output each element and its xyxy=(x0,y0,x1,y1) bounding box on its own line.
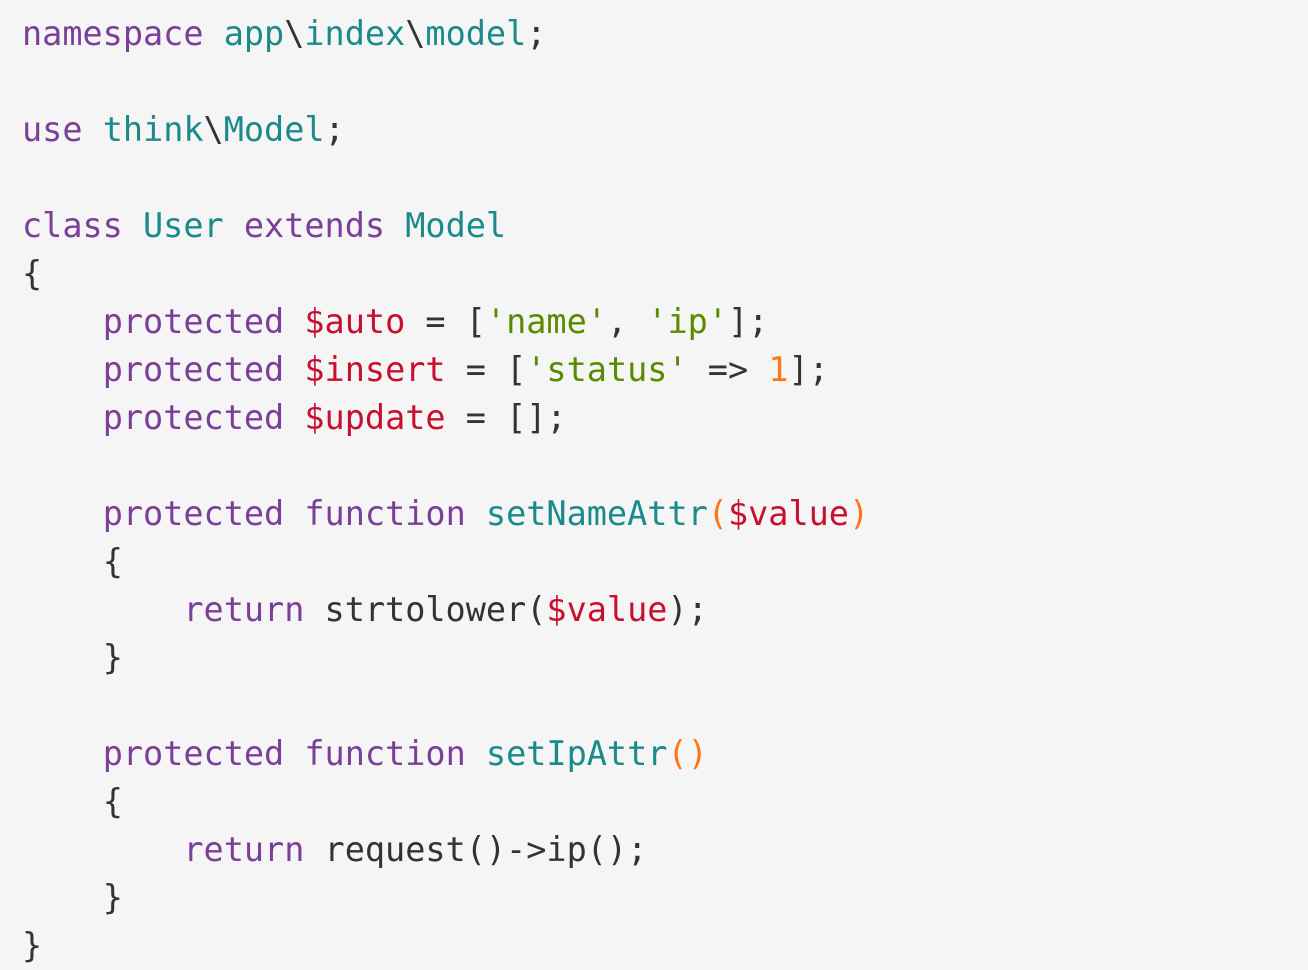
token-keyword: namespace xyxy=(22,14,204,53)
token-punctuation: = [ xyxy=(445,350,527,389)
token-identifier: app xyxy=(223,14,285,53)
code-line: { xyxy=(22,250,1308,298)
token-identifier: index xyxy=(304,14,406,53)
token-variable: $value xyxy=(546,590,668,629)
token-keyword: use xyxy=(22,110,83,149)
token-punctuation: } xyxy=(22,926,43,965)
token-variable: $auto xyxy=(304,302,406,341)
token-variable: $value xyxy=(727,494,849,533)
token-punctuation: \ xyxy=(203,110,224,149)
token-keyword: class xyxy=(22,206,123,245)
code-line: } xyxy=(22,634,1308,682)
token-variable: $insert xyxy=(304,350,446,389)
token-punctuation: { xyxy=(102,542,123,581)
token-keyword: protected xyxy=(102,302,285,341)
token-variable: $update xyxy=(304,398,446,437)
code-block: namespace app\index\model; use think\Mod… xyxy=(0,0,1308,970)
token-keyword: protected xyxy=(102,494,285,533)
token-keyword: extends xyxy=(243,206,386,245)
token-punctuation: { xyxy=(22,254,43,293)
code-line: class User extends Model xyxy=(22,202,1308,250)
token-paren: () xyxy=(667,734,708,773)
token-punctuation: ; xyxy=(526,14,547,53)
code-line: return strtolower($value); xyxy=(22,586,1308,634)
token-punctuation: , xyxy=(606,302,648,341)
code-line: protected $update = []; xyxy=(22,394,1308,442)
token-keyword: protected xyxy=(102,350,285,389)
token-string-literal: 'name' xyxy=(485,302,607,341)
token-keyword: protected xyxy=(102,734,285,773)
code-line: protected $insert = ['status' => 1]; xyxy=(22,346,1308,394)
token-keyword: function xyxy=(304,494,466,533)
code-line: { xyxy=(22,778,1308,826)
token-identifier: think xyxy=(102,110,204,149)
token-punctuation: ]; xyxy=(788,350,829,389)
code-line: namespace app\index\model; xyxy=(22,10,1308,58)
token-keyword: return xyxy=(183,830,305,869)
token-punctuation: \ xyxy=(405,14,426,53)
token-identifier: model xyxy=(425,14,527,53)
token-punctuation: => xyxy=(687,350,769,389)
token-punctuation: } xyxy=(102,878,123,917)
code-line: { xyxy=(22,538,1308,586)
token-text: strtolower( xyxy=(304,590,547,629)
token-punctuation: ; xyxy=(324,110,345,149)
token-punctuation: } xyxy=(102,638,123,677)
token-keyword: function xyxy=(304,734,466,773)
token-punctuation: ); xyxy=(667,590,708,629)
code-line: protected $auto = ['name', 'ip']; xyxy=(22,298,1308,346)
token-string-literal: 'status' xyxy=(526,350,688,389)
token-identifier: setNameAttr xyxy=(485,494,708,533)
token-punctuation: { xyxy=(102,782,123,821)
code-line: use think\Model; xyxy=(22,106,1308,154)
token-paren: ) xyxy=(848,494,870,533)
token-keyword: protected xyxy=(102,398,285,437)
token-paren: ( xyxy=(707,494,728,533)
token-identifier: setIpAttr xyxy=(485,734,668,773)
token-punctuation: \ xyxy=(284,14,305,53)
token-number-literal: 1 xyxy=(768,350,789,389)
token-punctuation: ]; xyxy=(727,302,769,341)
token-identifier: Model xyxy=(405,206,507,245)
code-line: protected function setNameAttr($value) xyxy=(22,490,1308,538)
token-text: request()->ip(); xyxy=(304,830,648,869)
token-identifier: User xyxy=(143,206,224,245)
token-punctuation: = [ xyxy=(405,302,486,341)
token-punctuation: = []; xyxy=(445,398,567,437)
token-keyword: return xyxy=(183,590,305,629)
code-line: } xyxy=(22,922,1308,970)
token-identifier: Model xyxy=(223,110,325,149)
code-line: return request()->ip(); xyxy=(22,826,1308,874)
code-line: } xyxy=(22,874,1308,922)
token-string-literal: 'ip' xyxy=(647,302,728,341)
code-line: protected function setIpAttr() xyxy=(22,730,1308,778)
